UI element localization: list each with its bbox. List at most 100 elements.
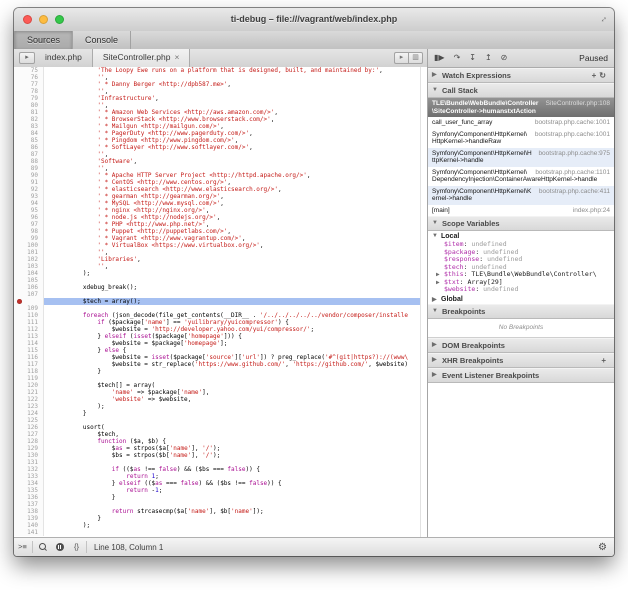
line-number-gutter[interactable]: 95 — [14, 207, 44, 214]
code-line[interactable]: 136 } — [14, 494, 427, 501]
add-xhr-breakpoint-icon[interactable]: + — [601, 356, 609, 365]
call-stack-frame[interactable]: bootstrap.php.cache:1001Symfony\Componen… — [428, 129, 614, 148]
scope-variable-row[interactable]: ▶$txt: Array[29] — [428, 279, 614, 287]
tab-console[interactable]: Console — [73, 31, 131, 49]
sidebar-toggle-icon[interactable]: ▸ — [19, 52, 35, 64]
line-number-gutter[interactable]: 131 — [14, 459, 44, 466]
code-line[interactable]: $tech = array(); — [14, 298, 427, 305]
code-line[interactable]: 137 — [14, 501, 427, 508]
code-line[interactable]: 117 $website = str_replace('https://www.… — [14, 361, 427, 368]
call-stack-frame[interactable]: bootstrap.php.cache:411Symfony\Component… — [428, 186, 614, 205]
code-line[interactable]: 119 — [14, 375, 427, 382]
code-line[interactable]: 107 — [14, 291, 427, 298]
code-line[interactable]: 116 $website = isset($package['source'][… — [14, 354, 427, 361]
code-line[interactable]: 93 ' * gearman <http://gearman.org/>', — [14, 193, 427, 200]
code-line[interactable]: 103 '', — [14, 263, 427, 270]
line-number-gutter[interactable]: 93 — [14, 193, 44, 200]
tab-index-php[interactable]: index.php — [35, 49, 92, 67]
line-number-gutter[interactable]: 104 — [14, 270, 44, 277]
tab-overflow-icon[interactable]: ▸ — [394, 52, 408, 64]
code-line[interactable]: 111 if ($package['name'] == 'yuilibrary/… — [14, 319, 427, 326]
line-number-gutter[interactable]: 138 — [14, 508, 44, 515]
code-line[interactable]: 124 } — [14, 410, 427, 417]
line-number-gutter[interactable]: 133 — [14, 473, 44, 480]
line-number-gutter[interactable]: 130 — [14, 452, 44, 459]
code-line[interactable]: 75 'The Loopy Ewe runs on a platform tha… — [14, 67, 427, 74]
refresh-watch-icon[interactable]: ↻ — [599, 71, 609, 80]
code-line[interactable]: 113 } elseif (isset($package['homepage']… — [14, 333, 427, 340]
code-line[interactable]: 125 — [14, 417, 427, 424]
code-line[interactable]: 97 ' * PHP <http://www.php.net/>', — [14, 221, 427, 228]
line-number-gutter[interactable]: 84 — [14, 130, 44, 137]
code-line[interactable]: 128 function ($a, $b) { — [14, 438, 427, 445]
code-line[interactable]: 130 $bs = strpos($b['name'], '/'); — [14, 452, 427, 459]
line-number-gutter[interactable]: 101 — [14, 249, 44, 256]
line-number-gutter[interactable]: 77 — [14, 81, 44, 88]
minimize-window-button[interactable] — [39, 15, 48, 24]
code-line[interactable]: 87 '', — [14, 151, 427, 158]
code-line[interactable]: 90 ' * Apache HTTP Server Project <http:… — [14, 172, 427, 179]
code-line[interactable]: 109 — [14, 305, 427, 312]
code-line[interactable]: 84 ' * PagerDuty <http://www.pagerduty.c… — [14, 130, 427, 137]
code-line[interactable]: 85 ' * Pingdom <http://www.pingdom.com/>… — [14, 137, 427, 144]
scope-variable-row[interactable]: $item: undefined — [428, 241, 614, 249]
line-number-gutter[interactable]: 97 — [14, 221, 44, 228]
line-number-gutter[interactable]: 98 — [14, 228, 44, 235]
code-line[interactable]: 114 $website = $package['homepage']; — [14, 340, 427, 347]
line-number-gutter[interactable]: 140 — [14, 522, 44, 529]
code-line[interactable]: 99 ' * Vagrant <http://www.vagrantup.com… — [14, 235, 427, 242]
line-number-gutter[interactable]: 115 — [14, 347, 44, 354]
code-line[interactable]: 122 'website' => $website, — [14, 396, 427, 403]
line-number-gutter[interactable]: 100 — [14, 242, 44, 249]
code-line[interactable]: 100 ' * VirtualBox <https://www.virtualb… — [14, 242, 427, 249]
code-line[interactable]: 96 ' * node.js <http://nodejs.org/>', — [14, 214, 427, 221]
code-line[interactable]: 89 '', — [14, 165, 427, 172]
code-line[interactable]: 95 ' * nginx <http://nginx.org/>', — [14, 207, 427, 214]
call-stack-frame[interactable]: bootstrap.php.cache:975Symfony\Component… — [428, 148, 614, 167]
line-number-gutter[interactable]: 86 — [14, 144, 44, 151]
chevron-right-icon[interactable]: ▶ — [436, 279, 440, 287]
code-line[interactable]: 126 usort( — [14, 424, 427, 431]
resize-icon[interactable]: ↕ — [599, 14, 609, 24]
line-number-gutter[interactable]: 141 — [14, 529, 44, 536]
line-number-gutter[interactable]: 127 — [14, 431, 44, 438]
tab-sources[interactable]: Sources — [14, 31, 73, 49]
code-line[interactable]: 106 xdebug_break(); — [14, 284, 427, 291]
line-number-gutter[interactable]: 85 — [14, 137, 44, 144]
code-line[interactable]: 131 — [14, 459, 427, 466]
line-number-gutter[interactable]: 106 — [14, 284, 44, 291]
code-line[interactable]: 102 'Libraries', — [14, 256, 427, 263]
step-over-button[interactable]: ↷ — [454, 50, 461, 66]
line-number-gutter[interactable]: 102 — [14, 256, 44, 263]
line-number-gutter[interactable]: 120 — [14, 382, 44, 389]
code-line[interactable]: 105 — [14, 277, 427, 284]
scope-variable-row[interactable]: $response: undefined — [428, 256, 614, 264]
scope-variable-row[interactable]: $package: undefined — [428, 249, 614, 257]
code-line[interactable]: 80 '', — [14, 102, 427, 109]
section-event-listener-breakpoints[interactable]: ▶ Event Listener Breakpoints — [428, 368, 614, 383]
code-line[interactable]: 140 ); — [14, 522, 427, 529]
line-number-gutter[interactable]: 94 — [14, 200, 44, 207]
line-number-gutter[interactable]: 110 — [14, 312, 44, 319]
line-number-gutter[interactable]: 124 — [14, 410, 44, 417]
code-editor[interactable]: 75 'The Loopy Ewe runs on a platform tha… — [14, 67, 427, 538]
line-number-gutter[interactable]: 128 — [14, 438, 44, 445]
section-breakpoints[interactable]: ▼ Breakpoints — [428, 304, 614, 319]
line-number-gutter[interactable]: 82 — [14, 116, 44, 123]
line-number-gutter[interactable]: 129 — [14, 445, 44, 452]
code-line[interactable]: 133 return 1; — [14, 473, 427, 480]
code-line[interactable]: 135 return -1; — [14, 487, 427, 494]
resume-button[interactable]: ▮▶ — [434, 50, 445, 66]
call-stack-frame[interactable]: index.php:24[main] — [428, 205, 614, 217]
code-line[interactable]: 120 $tech[] = array( — [14, 382, 427, 389]
line-number-gutter[interactable]: 137 — [14, 501, 44, 508]
section-xhr-breakpoints[interactable]: ▶ XHR Breakpoints + — [428, 353, 614, 368]
step-into-button[interactable]: ↧ — [469, 50, 476, 66]
line-number-gutter[interactable]: 91 — [14, 179, 44, 186]
section-watch-expressions[interactable]: ▶ Watch Expressions +↻ — [428, 68, 614, 83]
code-line[interactable]: 112 $website = 'http://developer.yahoo.c… — [14, 326, 427, 333]
code-line[interactable]: 83 ' * Mailgun <http://mailgun.com/>', — [14, 123, 427, 130]
call-stack-frame[interactable]: bootstrap.php.cache:1101Symfony\Componen… — [428, 167, 614, 186]
line-number-gutter[interactable]: 75 — [14, 67, 44, 74]
line-number-gutter[interactable]: 116 — [14, 354, 44, 361]
